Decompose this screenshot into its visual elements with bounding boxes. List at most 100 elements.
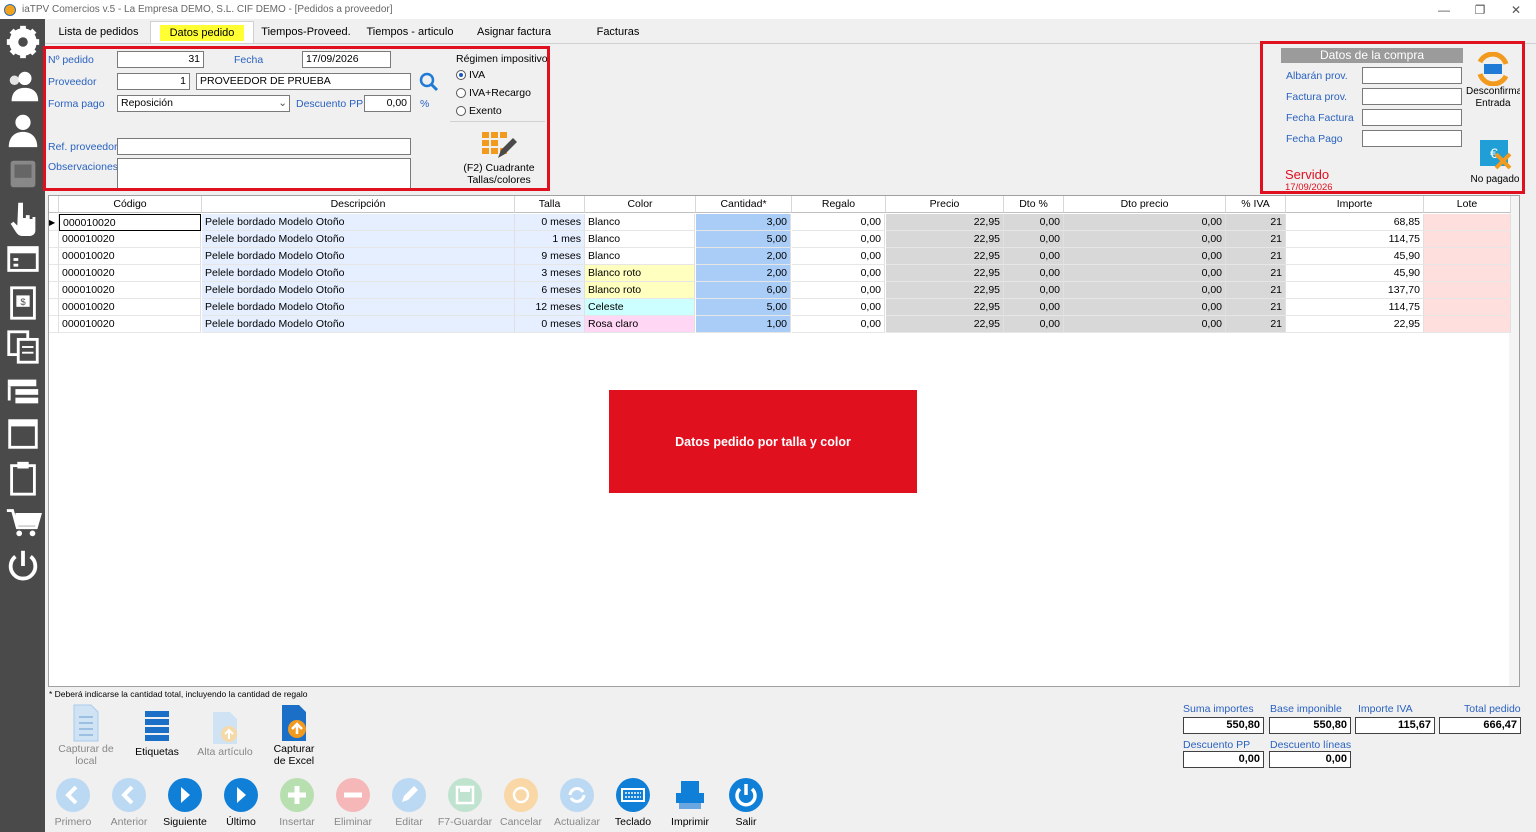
- cell-talla[interactable]: 6 meses: [515, 282, 585, 299]
- cell-regalo[interactable]: 0,00: [792, 231, 885, 248]
- desconfirmar-button[interactable]: Desconfirmar Entrada: [1466, 52, 1520, 116]
- row-selector[interactable]: [49, 299, 59, 316]
- etiquetas-button[interactable]: Etiquetas: [132, 710, 182, 758]
- cell-dto-precio[interactable]: 0,00: [1064, 214, 1226, 231]
- cell-descripcion[interactable]: Pelele bordado Modelo Otoño: [202, 248, 515, 265]
- tab-asignar-factura[interactable]: Asignar factura: [464, 21, 564, 43]
- nav-button-last[interactable]: Último: [213, 778, 269, 828]
- cell-cantidad[interactable]: 1,00: [696, 316, 791, 333]
- table-row[interactable]: 000010020 Pelele bordado Modelo Otoño 9 me…: [49, 248, 1511, 265]
- cell-color[interactable]: Blanco roto: [585, 265, 695, 282]
- cell-talla[interactable]: 1 mes: [515, 231, 585, 248]
- cell-iva[interactable]: 21: [1226, 214, 1286, 231]
- descuento-pp-field[interactable]: 0,00: [364, 95, 411, 112]
- cell-precio[interactable]: 22,95: [886, 282, 1004, 299]
- fecha-factura-field[interactable]: [1362, 109, 1462, 126]
- table-row[interactable]: 000010020 Pelele bordado Modelo Otoño 12 m…: [49, 299, 1511, 316]
- cell-iva[interactable]: 21: [1226, 248, 1286, 265]
- column-header-dto-precio[interactable]: Dto precio: [1064, 196, 1226, 213]
- cell-descripcion[interactable]: Pelele bordado Modelo Otoño: [202, 265, 515, 282]
- cell-dto[interactable]: 0,00: [1004, 214, 1064, 231]
- fecha-pago-field[interactable]: [1362, 130, 1462, 147]
- cell-lote[interactable]: [1424, 248, 1511, 265]
- cell-color[interactable]: Rosa claro: [585, 316, 695, 333]
- cell-importe[interactable]: 45,90: [1286, 248, 1424, 265]
- minimize-button[interactable]: —: [1426, 0, 1462, 19]
- pedido-number-field[interactable]: 31: [117, 51, 204, 68]
- maximize-button[interactable]: ❐: [1462, 0, 1498, 19]
- tab-datos-pedido[interactable]: Datos pedido: [150, 21, 254, 43]
- cell-precio[interactable]: 22,95: [886, 248, 1004, 265]
- nav-button-save[interactable]: F7-Guardar: [437, 778, 493, 828]
- cell-dto-precio[interactable]: 0,00: [1064, 231, 1226, 248]
- clipboard-button[interactable]: [0, 457, 45, 499]
- no-pagado-button[interactable]: € No pagado: [1466, 136, 1524, 190]
- cell-codigo[interactable]: 000010020: [59, 265, 201, 282]
- regimen-iva-radio[interactable]: IVA: [456, 69, 485, 81]
- table-row[interactable]: 000010020 Pelele bordado Modelo Otoño 0 me…: [49, 316, 1511, 333]
- cell-importe[interactable]: 137,70: [1286, 282, 1424, 299]
- cell-dto[interactable]: 0,00: [1004, 282, 1064, 299]
- cell-dto[interactable]: 0,00: [1004, 248, 1064, 265]
- row-selector[interactable]: [49, 316, 59, 333]
- nav-button-delete[interactable]: Eliminar: [325, 778, 381, 828]
- close-button[interactable]: ✕: [1498, 0, 1534, 19]
- nav-button-printer[interactable]: Imprimir: [662, 778, 718, 828]
- cell-cantidad[interactable]: 2,00: [696, 265, 791, 282]
- cell-color[interactable]: Blanco roto: [585, 282, 695, 299]
- nav-button-insert[interactable]: Insertar: [269, 778, 325, 828]
- ref-proveedor-field[interactable]: [117, 138, 411, 155]
- settings-button[interactable]: [0, 21, 45, 63]
- regimen-exento-radio[interactable]: Exento: [456, 105, 502, 117]
- power-button[interactable]: [0, 545, 45, 587]
- cell-color[interactable]: Blanco: [585, 214, 695, 231]
- table-row[interactable]: 000010020 Pelele bordado Modelo Otoño 3 me…: [49, 265, 1511, 282]
- fecha-field[interactable]: 17/09/2026: [302, 51, 391, 68]
- cell-dto[interactable]: 0,00: [1004, 231, 1064, 248]
- cell-dto[interactable]: 0,00: [1004, 265, 1064, 282]
- cell-importe[interactable]: 22,95: [1286, 316, 1424, 333]
- cell-precio[interactable]: 22,95: [886, 265, 1004, 282]
- table-row[interactable]: 000010020 Pelele bordado Modelo Otoño 6 me…: [49, 282, 1511, 299]
- cell-talla[interactable]: 3 meses: [515, 265, 585, 282]
- row-selector[interactable]: [49, 265, 59, 282]
- row-selector[interactable]: [49, 231, 59, 248]
- cell-talla[interactable]: 0 meses: [515, 214, 585, 231]
- cell-codigo[interactable]: 000010020: [59, 316, 201, 333]
- current-row-indicator-icon[interactable]: ▶: [49, 214, 59, 231]
- forma-pago-select[interactable]: Reposición ⌄: [117, 95, 290, 112]
- nav-button-first[interactable]: Primero: [45, 778, 101, 828]
- cell-regalo[interactable]: 0,00: [792, 214, 885, 231]
- cell-codigo[interactable]: 000010020: [59, 248, 201, 265]
- column-header-iva[interactable]: % IVA: [1226, 196, 1286, 213]
- cell-dto[interactable]: 0,00: [1004, 316, 1064, 333]
- cell-talla[interactable]: 12 meses: [515, 299, 585, 316]
- terminal-button[interactable]: [0, 153, 45, 195]
- cell-color[interactable]: Blanco: [585, 231, 695, 248]
- column-header-dto[interactable]: Dto %: [1004, 196, 1064, 213]
- column-header-descripcion[interactable]: Descripción: [202, 196, 515, 213]
- cell-dto-precio[interactable]: 0,00: [1064, 299, 1226, 316]
- column-header-lote[interactable]: Lote: [1424, 196, 1511, 213]
- cell-lote[interactable]: [1424, 316, 1511, 333]
- cell-precio[interactable]: 22,95: [886, 299, 1004, 316]
- cell-regalo[interactable]: 0,00: [792, 282, 885, 299]
- nav-button-keyboard[interactable]: Teclado: [605, 778, 661, 828]
- cell-cantidad[interactable]: 2,00: [696, 248, 791, 265]
- nav-button-exit[interactable]: Salir: [718, 778, 774, 828]
- cell-descripcion[interactable]: Pelele bordado Modelo Otoño: [202, 299, 515, 316]
- cell-iva[interactable]: 21: [1226, 282, 1286, 299]
- cell-iva[interactable]: 21: [1226, 231, 1286, 248]
- cell-lote[interactable]: [1424, 265, 1511, 282]
- tab-facturas[interactable]: Facturas: [568, 21, 668, 43]
- cell-descripcion[interactable]: Pelele bordado Modelo Otoño: [202, 214, 515, 231]
- cart-button[interactable]: [0, 501, 45, 543]
- capturar-local-button[interactable]: Capturar de local: [58, 703, 114, 767]
- nav-button-next[interactable]: Siguiente: [157, 778, 213, 828]
- cell-importe[interactable]: 114,75: [1286, 299, 1424, 316]
- cell-dto-precio[interactable]: 0,00: [1064, 282, 1226, 299]
- column-header-codigo[interactable]: Código: [59, 196, 202, 213]
- cell-codigo[interactable]: 000010020: [59, 231, 201, 248]
- panel-button[interactable]: [0, 413, 45, 455]
- cell-lote[interactable]: [1424, 214, 1511, 231]
